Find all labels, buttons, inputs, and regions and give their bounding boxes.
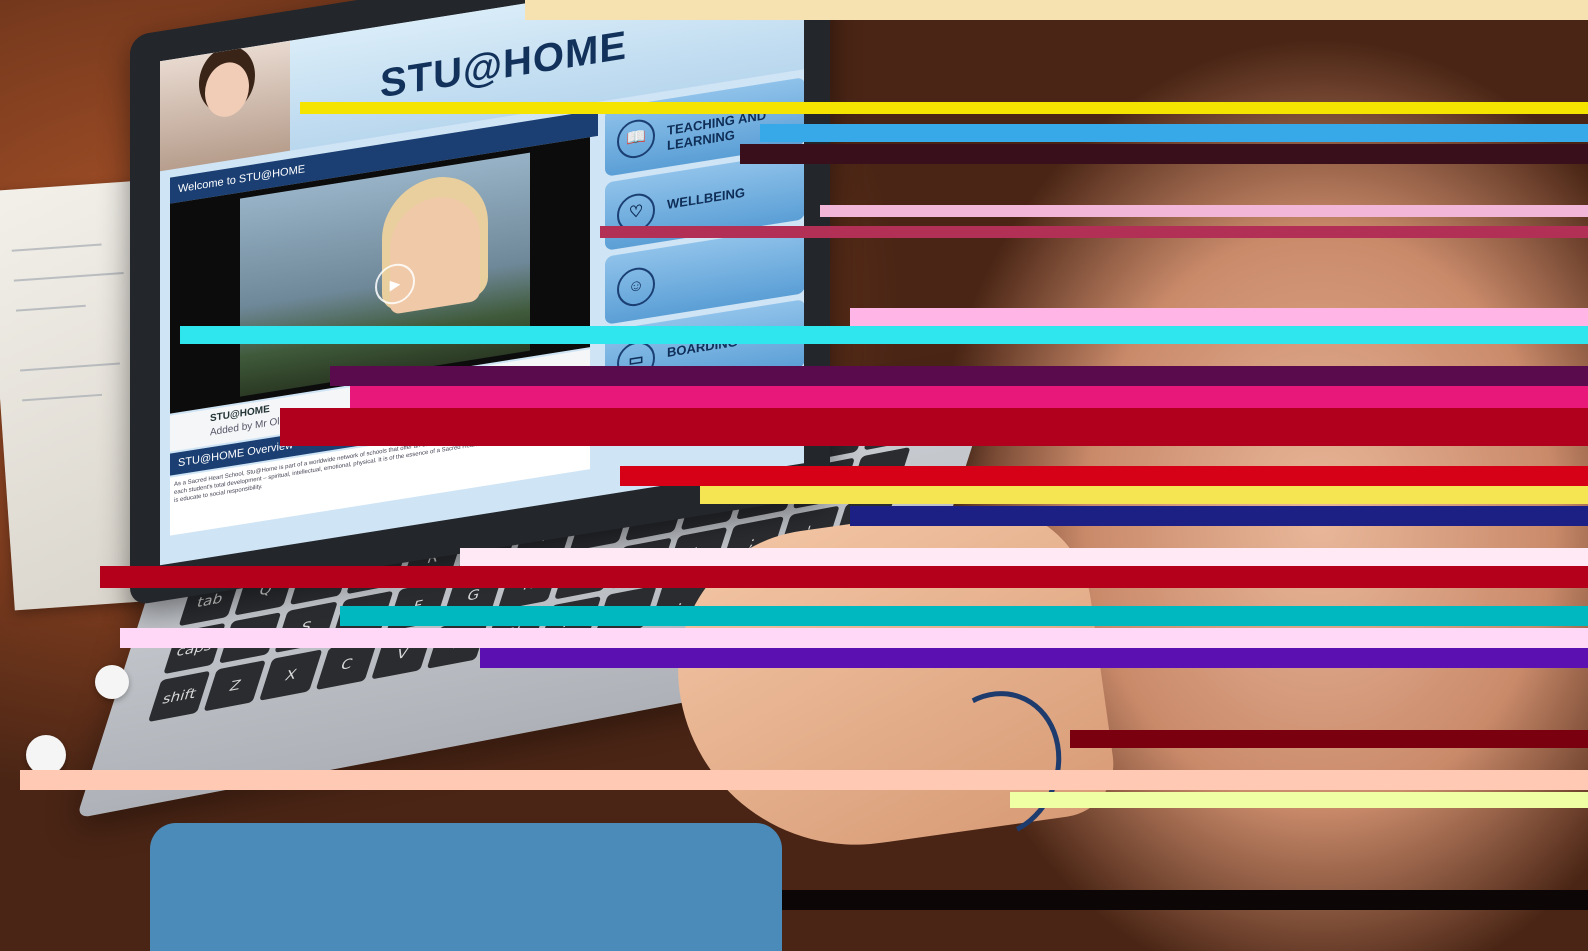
glitch-stripe	[740, 144, 1588, 164]
glitch-stripe	[1010, 792, 1588, 808]
video-frame: ▶	[240, 152, 530, 397]
glitch-stripe	[100, 566, 1588, 588]
glitch-stripe	[350, 386, 1588, 408]
glitch-stripe	[120, 628, 1588, 648]
keyboard-key[interactable]: X	[259, 649, 323, 701]
keyboard-key[interactable]: Z	[203, 659, 267, 712]
glitch-stripe	[180, 326, 1588, 344]
people-icon: ☺	[617, 264, 655, 309]
site-logo[interactable]: STU@HOME	[380, 23, 627, 107]
cta-panel[interactable]	[150, 823, 782, 951]
glitch-stripe	[460, 548, 1588, 566]
earphone-right	[26, 735, 66, 775]
glitch-stripe	[600, 226, 1588, 238]
glitch-stripe	[480, 648, 1588, 668]
earphone-left	[95, 665, 129, 699]
glitch-stripe	[525, 0, 1588, 20]
glitch-stripe	[760, 124, 1588, 142]
glitch-stripe	[1070, 730, 1588, 748]
glitch-stripe	[330, 366, 1588, 386]
keyboard-key[interactable]: shift	[147, 670, 211, 723]
book-icon: 📖	[617, 116, 655, 161]
glitch-stripe	[850, 308, 1588, 326]
glitch-stripe	[300, 102, 1588, 114]
glitch-stripe	[850, 506, 1588, 526]
student-face	[205, 59, 249, 121]
glitch-stripe	[620, 466, 1588, 486]
glitch-stripe	[340, 606, 1588, 626]
glitch-stripe	[280, 408, 1588, 446]
tile-label: WELLBEING	[667, 184, 745, 212]
header-student-photo	[160, 40, 290, 172]
glitch-stripe	[820, 205, 1588, 217]
glitch-stripe	[700, 486, 1588, 504]
glitch-stripe	[782, 890, 1588, 910]
glitch-stripe	[20, 770, 1588, 790]
